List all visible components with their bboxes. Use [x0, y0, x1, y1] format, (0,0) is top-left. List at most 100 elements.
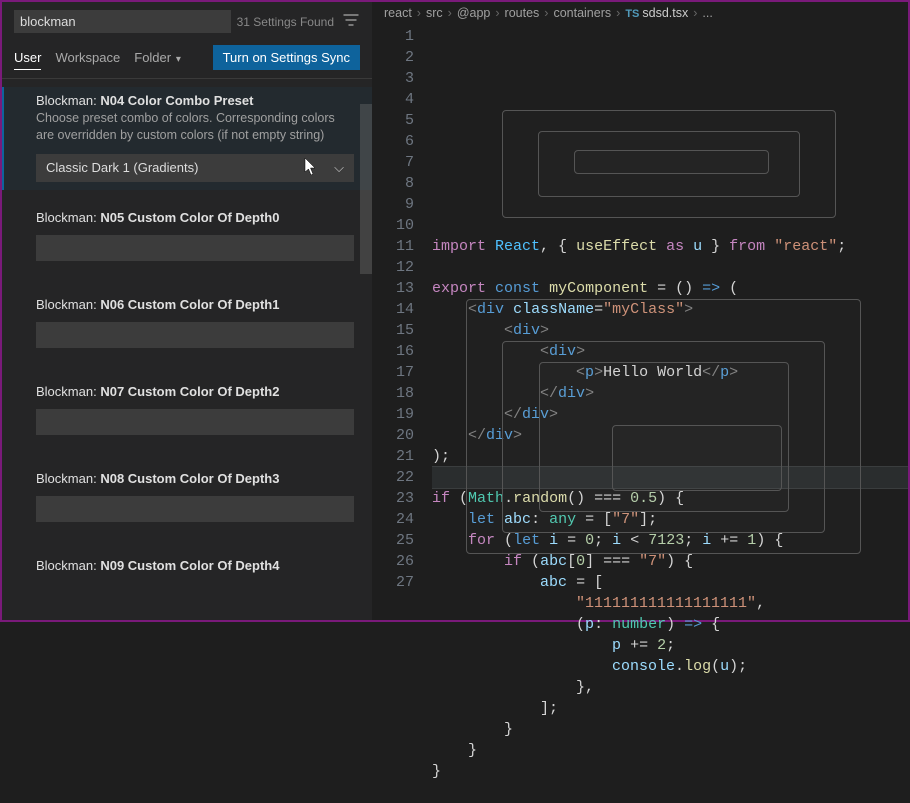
breadcrumb-item[interactable]: ... [702, 6, 712, 20]
chevron-down-icon: ▾ [173, 54, 181, 65]
line-number: 7 [372, 152, 414, 173]
setting-description: Choose preset combo of colors. Correspon… [36, 110, 354, 144]
code-line[interactable]: } [432, 740, 908, 761]
code-editor[interactable]: 1234567891011121314151617181920212223242… [372, 24, 908, 803]
code-content[interactable]: import React, { useEffect as u } from "r… [432, 26, 908, 803]
breadcrumbs[interactable]: react› src› @app› routes› containers› TS… [372, 2, 908, 24]
code-line[interactable]: } [432, 761, 908, 782]
scope-workspace[interactable]: Workspace [55, 46, 120, 69]
setting-select[interactable]: Classic Dark 1 (Gradients) ⌵ [36, 154, 354, 182]
breadcrumb-file[interactable]: TSsdsd.tsx [625, 6, 688, 20]
block-box [502, 110, 836, 218]
setting-text-input[interactable] [36, 409, 354, 435]
chevron-down-icon: ⌵ [334, 160, 344, 176]
line-number: 13 [372, 278, 414, 299]
line-number: 23 [372, 488, 414, 509]
code-line[interactable]: let abc: any = ["7"]; [432, 509, 908, 530]
code-line[interactable]: abc = [ [432, 572, 908, 593]
breadcrumb-item[interactable]: src [426, 6, 443, 20]
setting-text-input[interactable] [36, 235, 354, 261]
code-line[interactable]: if (abc[0] === "7") { [432, 551, 908, 572]
settings-panel: 31 Settings Found User Workspace Folder … [2, 2, 372, 620]
code-line[interactable]: <div> [432, 341, 908, 362]
setting-item: Blockman: N04 Color Combo Preset Choose … [2, 87, 372, 190]
line-number: 21 [372, 446, 414, 467]
line-number: 4 [372, 89, 414, 110]
setting-ext: Blockman: [36, 471, 97, 486]
code-line[interactable] [432, 467, 908, 488]
breadcrumb-item[interactable]: @app [457, 6, 491, 20]
line-number: 3 [372, 68, 414, 89]
ts-file-icon: TS [625, 8, 639, 20]
settings-search-input[interactable] [14, 10, 231, 33]
setting-name: N08 Custom Color Of Depth3 [100, 471, 279, 486]
line-number: 26 [372, 551, 414, 572]
line-number: 15 [372, 320, 414, 341]
line-number: 18 [372, 383, 414, 404]
code-line[interactable]: (p: number) => { [432, 614, 908, 635]
code-line[interactable]: <p>Hello World</p> [432, 362, 908, 383]
scope-folder-label: Folder [134, 50, 171, 65]
line-number: 14 [372, 299, 414, 320]
code-line[interactable]: ]; [432, 698, 908, 719]
line-number: 10 [372, 215, 414, 236]
code-line[interactable]: <div> [432, 320, 908, 341]
code-line[interactable]: import React, { useEffect as u } from "r… [432, 236, 908, 257]
setting-ext: Blockman: [36, 297, 97, 312]
setting-title: Blockman: N05 Custom Color Of Depth0 [36, 210, 354, 225]
line-number: 17 [372, 362, 414, 383]
setting-ext: Blockman: [36, 93, 97, 108]
code-line[interactable]: <div className="myClass"> [432, 299, 908, 320]
code-line[interactable]: console.log(u); [432, 656, 908, 677]
setting-name: N05 Custom Color Of Depth0 [100, 210, 279, 225]
scope-user[interactable]: User [14, 46, 41, 70]
editor-panel: react› src› @app› routes› containers› TS… [372, 2, 908, 620]
line-numbers: 1234567891011121314151617181920212223242… [372, 26, 432, 803]
line-number: 5 [372, 110, 414, 131]
code-line[interactable]: } [432, 719, 908, 740]
setting-title: Blockman: N06 Custom Color Of Depth1 [36, 297, 354, 312]
setting-title: Blockman: N07 Custom Color Of Depth2 [36, 384, 354, 399]
breadcrumb-item[interactable]: routes [505, 6, 540, 20]
settings-found-count: 31 Settings Found [237, 15, 334, 29]
line-number: 11 [372, 236, 414, 257]
code-line[interactable] [432, 782, 908, 803]
scope-folder[interactable]: Folder ▾ [134, 46, 181, 69]
line-number: 8 [372, 173, 414, 194]
scrollbar-thumb[interactable] [360, 104, 372, 274]
breadcrumb-sep: › [495, 6, 499, 20]
settings-sync-button[interactable]: Turn on Settings Sync [213, 45, 360, 70]
line-number: 27 [372, 572, 414, 593]
filter-icon[interactable] [342, 14, 360, 29]
code-line[interactable]: ); [432, 446, 908, 467]
settings-search-row: 31 Settings Found [2, 2, 372, 41]
setting-name: N07 Custom Color Of Depth2 [100, 384, 279, 399]
setting-select-value: Classic Dark 1 (Gradients) [46, 160, 198, 175]
setting-text-input[interactable] [36, 496, 354, 522]
setting-item: Blockman: N06 Custom Color Of Depth1 [2, 291, 372, 356]
code-line[interactable]: export const myComponent = () => ( [432, 278, 908, 299]
cursor-icon [304, 158, 318, 176]
code-line[interactable] [432, 257, 908, 278]
setting-item: Blockman: N08 Custom Color Of Depth3 [2, 465, 372, 530]
breadcrumb-sep: › [448, 6, 452, 20]
code-line[interactable]: if (Math.random() === 0.5) { [432, 488, 908, 509]
line-number: 16 [372, 341, 414, 362]
settings-list[interactable]: Blockman: N04 Color Combo Preset Choose … [2, 79, 372, 620]
code-line[interactable]: "111111111111111111", [432, 593, 908, 614]
line-number: 25 [372, 530, 414, 551]
setting-name: N04 Color Combo Preset [100, 93, 253, 108]
block-box [538, 131, 800, 197]
code-line[interactable]: </div> [432, 404, 908, 425]
code-line[interactable]: }, [432, 677, 908, 698]
line-number: 9 [372, 194, 414, 215]
setting-text-input[interactable] [36, 322, 354, 348]
code-line[interactable]: </div> [432, 425, 908, 446]
code-line[interactable]: for (let i = 0; i < 7123; i += 1) { [432, 530, 908, 551]
code-line[interactable]: p += 2; [432, 635, 908, 656]
code-line[interactable]: </div> [432, 383, 908, 404]
breadcrumb-item[interactable]: containers [553, 6, 611, 20]
setting-title: Blockman: N08 Custom Color Of Depth3 [36, 471, 354, 486]
breadcrumb-sep: › [616, 6, 620, 20]
breadcrumb-item[interactable]: react [384, 6, 412, 20]
